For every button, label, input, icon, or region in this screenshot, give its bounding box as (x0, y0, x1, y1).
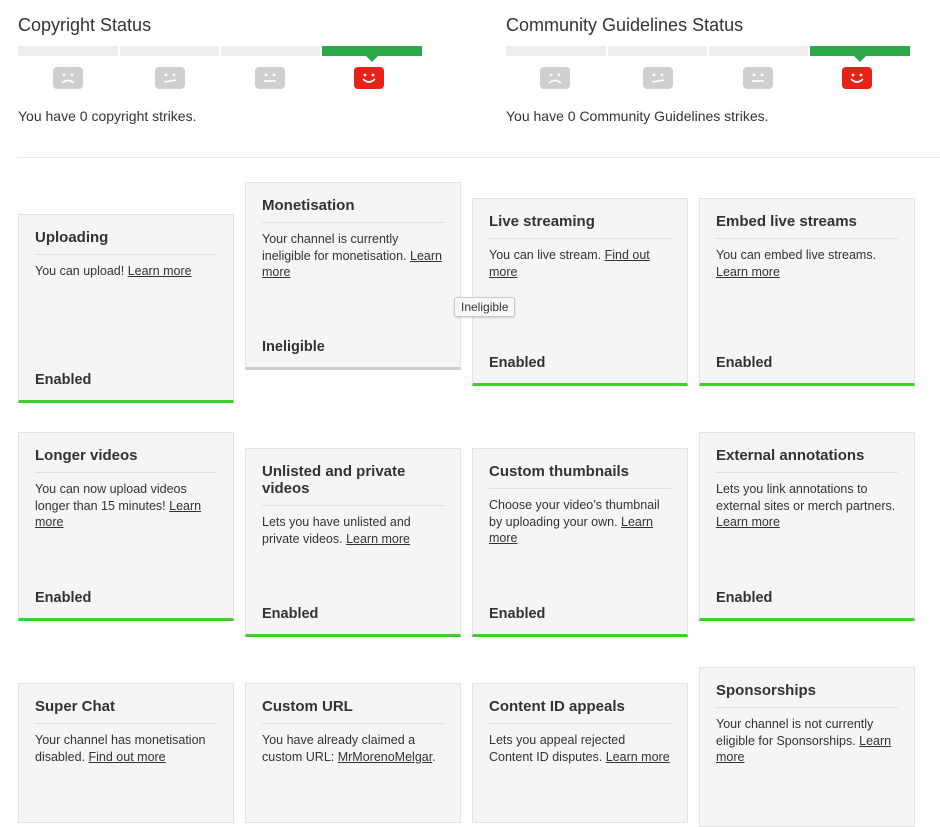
feature-card-embed-live-streams: Embed live streams You can embed live st… (699, 198, 915, 386)
meh-face-icon (643, 67, 673, 89)
card-description: Lets you link annotations to external si… (716, 482, 896, 529)
status-label: Enabled (489, 606, 546, 622)
learn-more-link[interactable]: Learn more (128, 264, 192, 278)
card-title: Embed live streams (716, 213, 898, 239)
status-label: Enabled (716, 355, 773, 371)
feature-card-sponsorships: Sponsorships Your channel is not current… (699, 667, 915, 827)
status-label: Enabled (35, 372, 92, 388)
status-label: Ineligible (262, 339, 325, 355)
feature-card-custom-url: Custom URL You have already claimed a cu… (245, 683, 461, 823)
card-title: Uploading (35, 229, 217, 255)
strike-bar-1 (18, 46, 118, 56)
strike-bar-1 (506, 46, 606, 56)
card-description: You have already claimed a custom URL: M… (262, 733, 436, 764)
learn-more-link[interactable]: Learn more (346, 532, 410, 546)
card-description: You can now upload videos longer than 15… (35, 482, 202, 529)
ineligible-tooltip: Ineligible (454, 297, 516, 317)
happy-face-icon (354, 67, 384, 89)
status-label: Enabled (35, 590, 92, 606)
status-label: Enabled (716, 590, 773, 606)
card-description: You can live stream. Find out more (489, 248, 650, 279)
card-title: Custom thumbnails (489, 463, 671, 489)
card-title: Live streaming (489, 213, 671, 239)
sad-face-icon (53, 67, 83, 89)
strike-bar-3 (221, 46, 320, 56)
sad-face-icon (540, 67, 570, 89)
active-level-pointer (366, 56, 378, 62)
community-strike-message: You have 0 Community Guidelines strikes. (506, 108, 769, 124)
section-divider (18, 157, 940, 158)
feature-card-unlisted-private: Unlisted and private videos Lets you hav… (245, 448, 461, 637)
status-label: Enabled (489, 355, 546, 371)
card-description: Your channel has monetisation disabled. … (35, 733, 206, 764)
custom-url-link[interactable]: MrMorenoMelgar (338, 750, 432, 764)
feature-card-live-streaming: Live streaming You can live stream. Find… (472, 198, 688, 386)
card-title: Custom URL (262, 698, 444, 724)
strike-bar-2 (120, 46, 219, 56)
learn-more-link[interactable]: Learn more (716, 265, 780, 279)
meh-face-icon (155, 67, 185, 89)
card-title: Content ID appeals (489, 698, 671, 724)
card-description: Lets you appeal rejected Content ID disp… (489, 733, 670, 764)
feature-card-monetisation: Monetisation Your channel is currently i… (245, 182, 461, 370)
community-strike-meter (506, 46, 910, 62)
strike-bar-4-active (810, 46, 910, 56)
feature-card-uploading: Uploading You can upload! Learn more Ena… (18, 214, 234, 403)
status-label: Enabled (262, 606, 319, 622)
copyright-status-title: Copyright Status (18, 15, 152, 35)
learn-more-link[interactable]: Learn more (606, 750, 670, 764)
community-guidelines-status: Community Guidelines Status You have 0 C… (506, 14, 910, 124)
card-description: Your channel is not currently eligible f… (716, 717, 892, 764)
card-title: External annotations (716, 447, 898, 473)
card-title: Super Chat (35, 698, 217, 724)
find-out-more-link[interactable]: Find out more (89, 750, 166, 764)
learn-more-link[interactable]: Learn more (716, 515, 780, 529)
community-status-title: Community Guidelines Status (506, 15, 744, 35)
card-description: Choose your video’s thumbnail by uploadi… (489, 498, 660, 545)
feature-card-external-annotations: External annotations Lets you link annot… (699, 432, 915, 621)
happy-face-icon (842, 67, 872, 89)
feature-card-longer-videos: Longer videos You can now upload videos … (18, 432, 234, 621)
card-title: Sponsorships (716, 682, 898, 708)
card-title: Longer videos (35, 447, 217, 473)
strike-bar-4-active (322, 46, 422, 56)
card-title: Monetisation (262, 197, 444, 223)
strike-bar-2 (608, 46, 707, 56)
copyright-strike-meter (18, 46, 422, 62)
neutral-face-icon (255, 67, 285, 89)
copyright-strike-message: You have 0 copyright strikes. (18, 108, 197, 124)
card-description: Your channel is currently ineligible for… (262, 232, 442, 279)
active-level-pointer (854, 56, 866, 62)
card-description: You can upload! Learn more (35, 264, 192, 278)
card-title: Unlisted and private videos (262, 463, 444, 506)
card-description: Lets you have unlisted and private video… (262, 515, 411, 546)
feature-card-custom-thumbnails: Custom thumbnails Choose your video’s th… (472, 448, 688, 637)
card-description: You can embed live streams. Learn more (716, 248, 877, 279)
feature-card-super-chat: Super Chat Your channel has monetisation… (18, 683, 234, 823)
neutral-face-icon (743, 67, 773, 89)
copyright-status: Copyright Status You have 0 copyright st… (18, 14, 422, 124)
strike-bar-3 (709, 46, 808, 56)
feature-card-content-id-appeals: Content ID appeals Lets you appeal rejec… (472, 683, 688, 823)
